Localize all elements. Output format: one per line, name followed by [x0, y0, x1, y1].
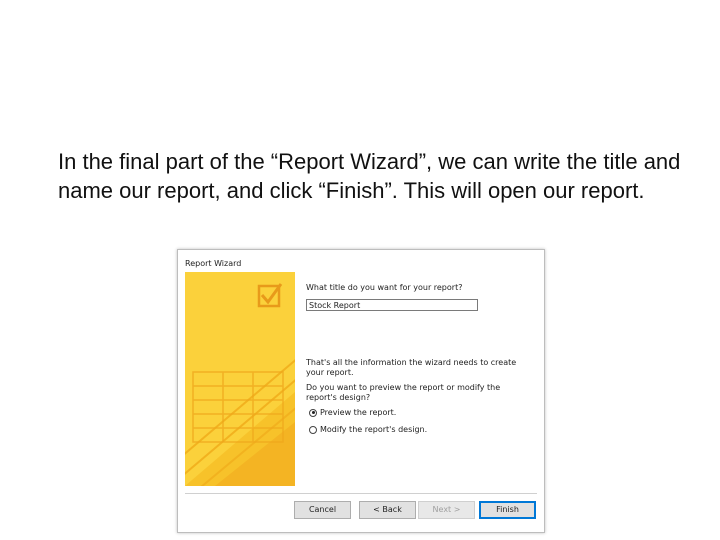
dialog-titlebar: Report Wizard	[178, 250, 544, 270]
modify-option-label: Modify the report's design.	[320, 425, 428, 434]
wizard-illustration	[185, 272, 295, 486]
preview-option-label: Preview the report.	[320, 408, 397, 417]
title-question-label: What title do you want for your report?	[306, 283, 463, 292]
modify-radio[interactable]	[309, 425, 317, 434]
button-separator	[185, 493, 537, 494]
preview-report-option[interactable]: Preview the report.	[309, 408, 396, 417]
report-title-input[interactable]: Stock Report	[306, 299, 478, 311]
report-wizard-dialog: Report Wizard What title do you want for…	[177, 249, 545, 533]
dialog-title: Report Wizard	[185, 259, 242, 268]
preview-question-label: Do you want to preview the report or mod…	[306, 383, 501, 402]
slide-caption: In the final part of the “Report Wizard”…	[58, 149, 681, 203]
cancel-button[interactable]: Cancel	[294, 501, 351, 519]
back-button[interactable]: < Back	[359, 501, 416, 519]
finish-button[interactable]: Finish	[479, 501, 536, 519]
preview-radio[interactable]	[309, 408, 317, 417]
next-button[interactable]: Next >	[418, 501, 475, 519]
modify-design-option[interactable]: Modify the report's design.	[309, 425, 427, 434]
info-text: That's all the information the wizard ne…	[306, 358, 517, 377]
